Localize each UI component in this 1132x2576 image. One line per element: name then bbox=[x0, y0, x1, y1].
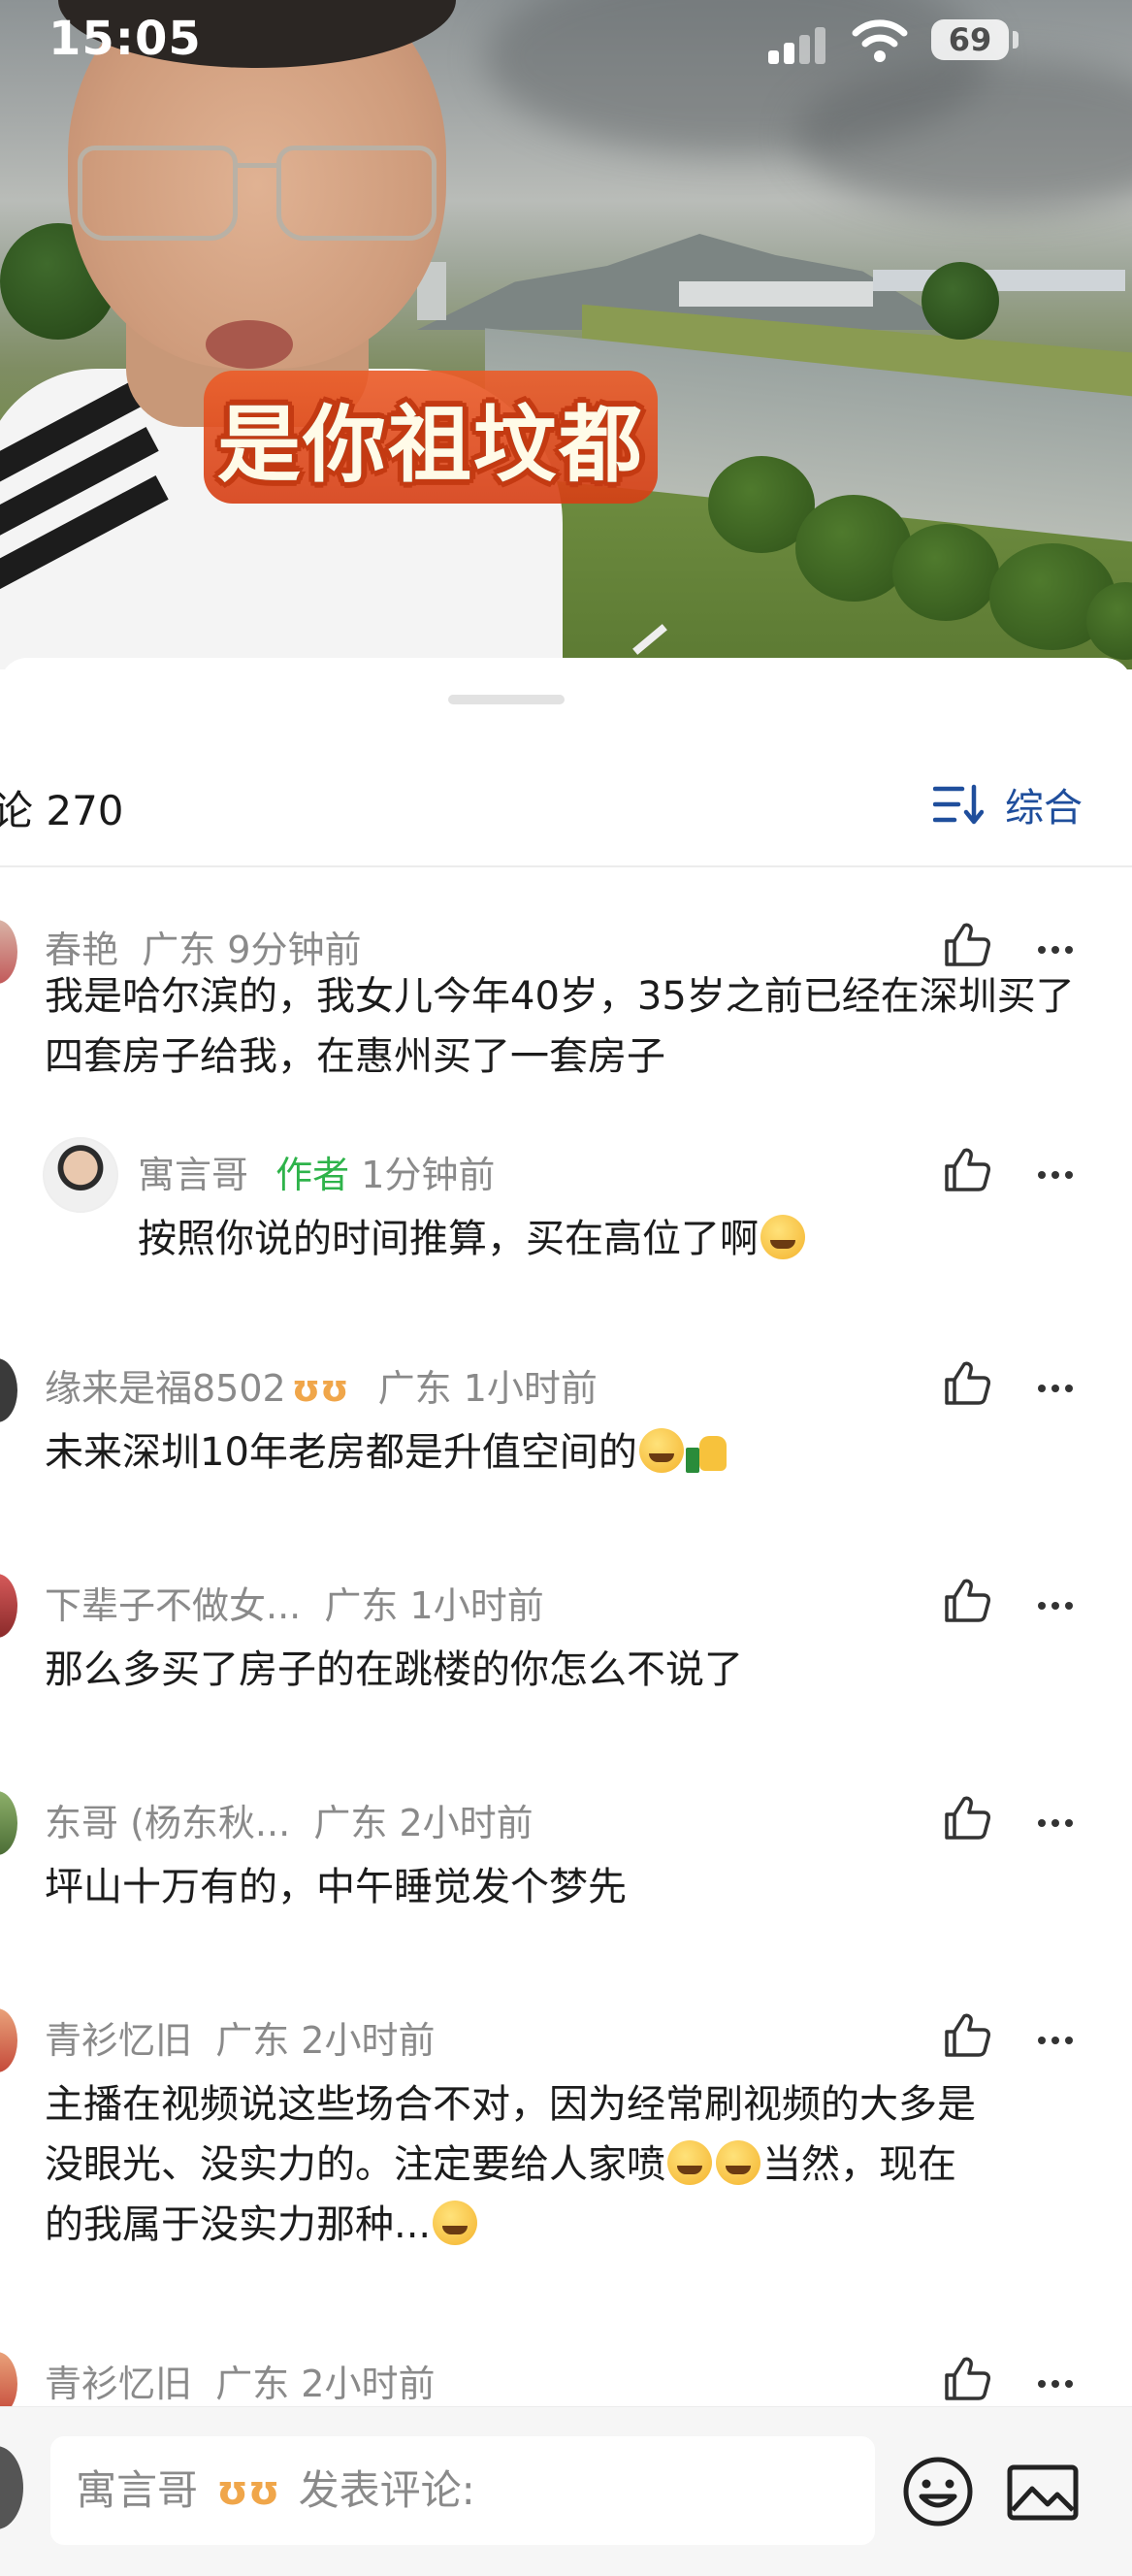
comment-input[interactable]: 寓言哥 ʊʊ 发表评论: bbox=[50, 2436, 875, 2545]
like-icon[interactable] bbox=[939, 2352, 993, 2406]
comment-location: 广东 bbox=[324, 1584, 399, 1627]
thinking-emoji-icon bbox=[716, 2140, 760, 2185]
sort-icon bbox=[933, 784, 984, 825]
comment-meta: 东哥 (杨东秋... 广东 2小时前 bbox=[45, 1793, 534, 1846]
emoji-picker-icon[interactable] bbox=[900, 2454, 976, 2529]
comment-time: 1小时前 bbox=[409, 1584, 544, 1627]
comment-text-line: 主播在视频说这些场合不对，因为经常刷视频的大多是 bbox=[45, 2082, 976, 2127]
comment-location: 广东 bbox=[377, 1367, 452, 1410]
reply-text: 按照你说的时间推算，买在高位了啊 bbox=[138, 1209, 1069, 1269]
battery-cap bbox=[1013, 31, 1019, 49]
cellular-signal-icon bbox=[768, 25, 826, 64]
comment-meta: 下辈子不做女... 广东 1小时前 bbox=[45, 1576, 544, 1629]
like-icon[interactable] bbox=[939, 1143, 993, 1197]
fan-badge-icon: ʊʊ bbox=[216, 2466, 280, 2514]
thinking-emoji-icon bbox=[667, 2140, 712, 2185]
comment-text-content: 没眼光、没实力的。注定要给人家喷 bbox=[45, 2142, 665, 2187]
video-caption: 是你祖坟都 bbox=[204, 371, 658, 504]
comment-time: 2小时前 bbox=[301, 2363, 436, 2405]
comment-meta: 春艳 广东 9分钟前 bbox=[45, 920, 361, 973]
like-icon[interactable] bbox=[939, 1356, 993, 1411]
comment-text-content: 的我属于没实力那种... bbox=[45, 2202, 432, 2247]
building bbox=[873, 270, 1125, 291]
reply-text-content: 按照你说的时间推算，买在高位了啊 bbox=[138, 1217, 759, 1261]
comment-text: 坪山十万有的，中午睡觉发个梦先 bbox=[45, 1865, 627, 1909]
author-tag: 作者 bbox=[275, 1154, 350, 1196]
building bbox=[679, 281, 873, 307]
bush bbox=[892, 524, 999, 621]
comment-text: 那么多买了房子的在跳楼的你怎么不说了 bbox=[45, 1647, 743, 1692]
reply-avatar[interactable] bbox=[43, 1137, 118, 1213]
comment-time: 2小时前 bbox=[301, 2019, 436, 2062]
header-divider bbox=[0, 865, 1132, 867]
more-options-icon[interactable] bbox=[1038, 2373, 1086, 2393]
comment-username[interactable]: 下辈子不做女... bbox=[45, 1584, 301, 1627]
wifi-icon bbox=[852, 19, 908, 62]
comment-username[interactable]: 青衫忆旧 bbox=[45, 2363, 192, 2405]
comment-time: 2小时前 bbox=[399, 1802, 534, 1844]
tree bbox=[922, 262, 999, 340]
grinning-emoji-icon bbox=[638, 1428, 684, 1473]
battery-indicator: 69 bbox=[931, 19, 1009, 60]
glasses bbox=[276, 146, 437, 241]
glasses-bridge bbox=[233, 163, 279, 168]
reply-username[interactable]: 寓言哥 bbox=[138, 1154, 248, 1196]
fan-badge-icon: ʊʊ bbox=[291, 1367, 349, 1410]
thumbs-up-emoji-icon bbox=[685, 1430, 728, 1473]
comment-location: 广东 bbox=[142, 929, 216, 971]
comment-input-bar: 寓言哥 ʊʊ 发表评论: bbox=[0, 2406, 1132, 2576]
comment-time: 9分钟前 bbox=[227, 929, 362, 971]
like-icon[interactable] bbox=[939, 2008, 993, 2063]
comment-username[interactable]: 缘来是福8502 bbox=[45, 1367, 286, 1410]
drag-handle[interactable] bbox=[448, 695, 565, 704]
comment-text: 我是哈尔滨的，我女儿今年40岁，35岁之前已经在深圳买了四套房子给我，在惠州买了… bbox=[45, 974, 1075, 1079]
comment-location: 广东 bbox=[215, 2019, 290, 2062]
comment-time: 1小时前 bbox=[463, 1367, 598, 1410]
like-icon[interactable] bbox=[939, 1791, 993, 1845]
more-options-icon[interactable] bbox=[1038, 1164, 1086, 1184]
comment-location: 广东 bbox=[215, 2363, 290, 2405]
more-options-icon[interactable] bbox=[1038, 1812, 1086, 1832]
comment-text-line-2: 没眼光、没实力的。注定要给人家喷 当然，现在 bbox=[45, 2135, 1092, 2195]
glasses bbox=[78, 146, 238, 241]
more-options-icon[interactable] bbox=[1038, 2030, 1086, 2049]
input-username: 寓言哥 bbox=[76, 2466, 199, 2514]
image-upload-icon[interactable] bbox=[1005, 2454, 1081, 2529]
more-options-icon[interactable] bbox=[1038, 939, 1086, 959]
more-options-icon[interactable] bbox=[1038, 1378, 1086, 1397]
status-time: 15:05 bbox=[49, 12, 202, 66]
laughing-emoji-icon bbox=[433, 2201, 478, 2245]
comment-text: 主播在视频说这些场合不对，因为经常刷视频的大多是 没眼光、没实力的。注定要给人家… bbox=[45, 2074, 1092, 2255]
comment-username[interactable]: 春艳 bbox=[45, 929, 118, 971]
comment-meta: 缘来是福8502 ʊʊ 广东 1小时前 bbox=[45, 1358, 598, 1412]
person-mouth bbox=[206, 320, 293, 369]
input-placeholder: 发表评论: bbox=[298, 2466, 475, 2514]
comment-username[interactable]: 东哥 (杨东秋... bbox=[45, 1802, 290, 1844]
video-player[interactable]: 是你祖坟都 15:05 69 bbox=[0, 0, 1132, 669]
comment-location: 广东 bbox=[313, 1802, 388, 1844]
comment-text-content: 当然，现在 bbox=[762, 2142, 956, 2187]
reply-meta: 寓言哥 作者 1分钟前 bbox=[138, 1145, 495, 1198]
sort-button[interactable]: 综合 bbox=[933, 776, 1083, 832]
comment-text-content: 未来深圳10年老房都是升值空间的 bbox=[45, 1430, 637, 1475]
laughing-emoji-icon bbox=[760, 1215, 805, 1259]
more-options-icon[interactable] bbox=[1038, 1595, 1086, 1614]
like-icon[interactable] bbox=[939, 1574, 993, 1628]
like-icon[interactable] bbox=[939, 918, 993, 972]
comment-username[interactable]: 青衫忆旧 bbox=[45, 2019, 192, 2062]
comment-count: 论 270 bbox=[0, 787, 124, 834]
comment-text-line-3: 的我属于没实力那种... bbox=[45, 2195, 1092, 2255]
sort-label: 综合 bbox=[1005, 786, 1083, 831]
walking-stick bbox=[632, 624, 667, 655]
reply-time: 1分钟前 bbox=[361, 1154, 496, 1196]
comment-meta: 青衫忆旧 广东 2小时前 bbox=[45, 2354, 435, 2407]
my-avatar bbox=[0, 2446, 23, 2529]
comment-text: 未来深圳10年老房都是升值空间的 bbox=[45, 1422, 1092, 1483]
comment-meta: 青衫忆旧 广东 2小时前 bbox=[45, 2010, 435, 2064]
